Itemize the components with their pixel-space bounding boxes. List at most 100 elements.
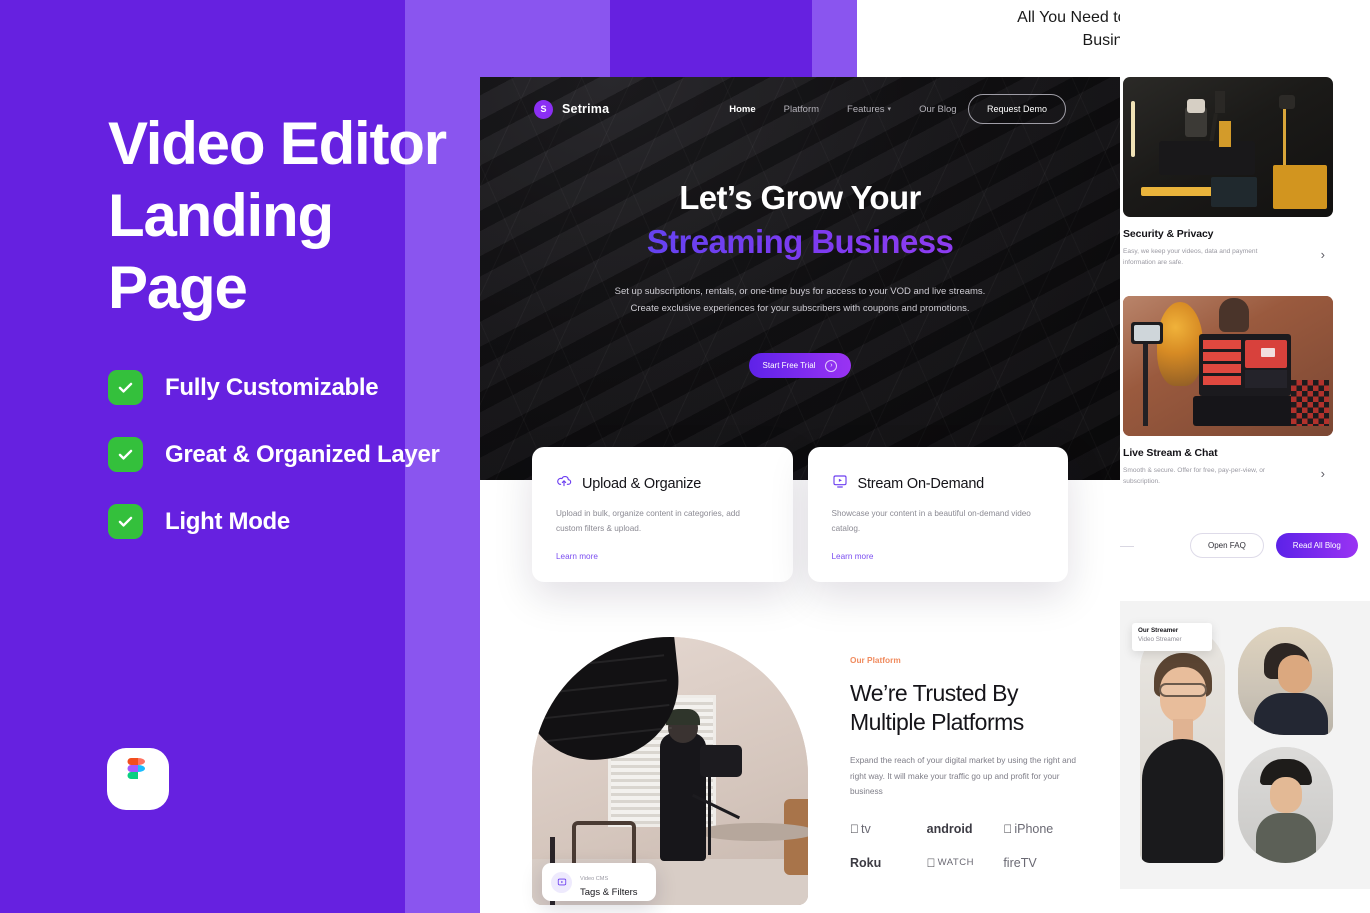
chevron-right-icon[interactable]: ›: [1321, 247, 1325, 262]
video-cms-chip-text: Video CMS Tags & Filters: [580, 867, 638, 898]
open-faq-button[interactable]: Open FAQ: [1190, 533, 1264, 558]
our-streamer-chip: Our Streamer Video Streamer: [1132, 623, 1212, 651]
check-icon: [108, 504, 143, 539]
studio-camera-photo: [1123, 77, 1333, 217]
divider: [1120, 546, 1134, 547]
start-free-trial-label: Start Free Trial: [762, 361, 816, 370]
landing-page-mockup: S Setrima Home Platform Features ▾ Our B…: [480, 77, 1120, 913]
poster-feature-list: Fully Customizable Great & Organized Lay…: [108, 370, 508, 571]
platform-logo-label: WATCH: [928, 857, 974, 868]
nav-link-home[interactable]: Home: [729, 104, 755, 115]
video-cms-chip[interactable]: Video CMS Tags & Filters: [542, 863, 656, 901]
platform-logo-android: android: [927, 822, 1004, 836]
avatar-secondary: [1238, 627, 1333, 735]
platform-logo-appletv:  tv: [850, 822, 927, 836]
read-all-blog-button[interactable]: Read All Blog: [1275, 533, 1358, 558]
hero-subtext: Set up subscriptions, rentals, or one-ti…: [480, 284, 1120, 317]
trusted-paragraph: Expand the reach of your digital market …: [850, 755, 1076, 796]
feature-label: Fully Customizable: [165, 373, 379, 401]
avatar-tertiary: [1238, 747, 1333, 863]
video-cms-chip-subtitle: Video CMS: [580, 875, 609, 882]
sidebar-item-live-stream-chat[interactable]: Live Stream & Chat Smooth & secure. Offe…: [1123, 296, 1367, 487]
video-play-icon: [551, 871, 572, 893]
our-streamer-chip-subtitle: Video Streamer: [1138, 636, 1182, 643]
live-stream-setup-photo: [1123, 296, 1333, 436]
feature-card-text: Upload in bulk, organize content in cate…: [556, 509, 740, 533]
sidebar-panel: Security & Privacy Easy, we keep your vi…: [1120, 0, 1370, 913]
apple-icon: : [927, 856, 936, 870]
sidebar-item-security-privacy[interactable]: Security & Privacy Easy, we keep your vi…: [1123, 77, 1367, 268]
start-free-trial-button[interactable]: Start Free Trial ›: [749, 353, 851, 378]
brand-mark-icon: S: [534, 99, 553, 119]
nav-link-features-label: Features: [847, 103, 885, 115]
sidebar-item-title: Live Stream & Chat: [1123, 447, 1218, 459]
screenshot-root: Video Editor Landing Page Fully Customiz…: [0, 0, 1370, 913]
apple-icon: : [1003, 822, 1012, 836]
our-streamer-chip-title: Our Streamer: [1138, 627, 1179, 634]
trusted-heading-line2: Multiple Platforms: [850, 709, 1024, 735]
feature-label: Light Mode: [165, 507, 290, 535]
figma-logo-icon: [107, 748, 169, 810]
trusted-copy: Our Platform We’re Trusted By Multiple P…: [850, 637, 1080, 913]
cloud-upload-icon: [556, 473, 572, 494]
nav-link-our-blog[interactable]: Our Blog: [919, 104, 957, 115]
hero-subtext-line1: Set up subscriptions, rentals, or one-ti…: [614, 286, 986, 297]
feature-card-title: Upload & Organize: [582, 475, 702, 492]
platform-logos:  tv android  iPhone Roku : [850, 822, 1080, 870]
poster-panel: Video Editor Landing Page Fully Customiz…: [0, 0, 480, 913]
check-icon: [108, 437, 143, 472]
sidebar-item-text: Easy, we keep your videos, data and paym…: [1123, 248, 1258, 266]
feature-card-stream-on-demand[interactable]: Stream On-Demand Showcase your content i…: [807, 447, 1068, 582]
platform-logo-applewatch:  WATCH: [927, 856, 1004, 870]
hero-section: S Setrima Home Platform Features ▾ Our B…: [480, 77, 1120, 480]
feature-card-learn-more-link[interactable]: Learn more: [556, 552, 598, 561]
navbar: S Setrima Home Platform Features ▾ Our B…: [480, 77, 1120, 141]
feature-card-learn-more-link[interactable]: Learn more: [832, 552, 874, 561]
hero-body: Let’s Grow Your Streaming Business Set u…: [480, 177, 1120, 378]
trusted-heading: We’re Trusted By Multiple Platforms: [850, 679, 1080, 737]
trusted-eyebrow: Our Platform: [850, 655, 901, 665]
sidebar-item-title: Security & Privacy: [1123, 228, 1214, 240]
feature-item: Fully Customizable: [108, 370, 508, 405]
platform-logo-label: tv: [852, 821, 871, 836]
feature-card-head: Upload & Organize: [556, 473, 769, 494]
avatars-panel: Our Streamer Video Streamer: [1120, 601, 1370, 889]
check-icon: [108, 370, 143, 405]
request-demo-button[interactable]: Request Demo: [967, 94, 1066, 124]
poster-title-line1: Video Editor: [108, 110, 447, 177]
platform-logo-firetv: fireTV: [1003, 856, 1080, 870]
studio-photo-wrapper: Video CMS Tags & Filters: [532, 637, 822, 913]
video-play-icon: [832, 473, 848, 494]
arrow-right-circle-icon: ›: [825, 359, 838, 372]
feature-card-head: Stream On-Demand: [832, 473, 1045, 494]
feature-card-upload-organize[interactable]: Upload & Organize Upload in bulk, organi…: [532, 447, 793, 582]
trusted-section: Video CMS Tags & Filters Our Platform We…: [480, 637, 1120, 913]
platform-logo-label: fireTV: [1003, 855, 1037, 870]
chevron-right-icon[interactable]: ›: [1321, 466, 1325, 481]
avatar-main: [1140, 627, 1225, 863]
hero-headline-line2: Streaming Business: [480, 221, 1120, 262]
feature-label: Great & Organized Layer: [165, 440, 440, 468]
nav-link-features[interactable]: Features ▾: [847, 104, 891, 115]
nav-links: Home Platform Features ▾ Our Blog: [729, 104, 956, 115]
platform-logo-label: iPhone: [1005, 821, 1053, 836]
platform-logo-iphone:  iPhone: [1003, 822, 1080, 836]
chevron-down-icon: ▾: [887, 105, 892, 113]
feature-cards: Upload & Organize Upload in bulk, organi…: [480, 447, 1120, 582]
poster-title-line2: Landing Page: [108, 182, 334, 321]
sidebar-item-text: Smooth & secure. Offer for free, pay-per…: [1123, 467, 1266, 485]
sidebar-buttons: Open FAQ Read All Blog: [1190, 533, 1358, 558]
feature-card-text: Showcase your content in a beautiful on-…: [831, 509, 1031, 533]
brand-name: Setrima: [562, 102, 610, 116]
video-cms-chip-title: Tags & Filters: [580, 886, 638, 898]
feature-item: Great & Organized Layer: [108, 437, 508, 472]
platform-logo-label: Roku: [850, 855, 882, 870]
nav-link-platform[interactable]: Platform: [784, 104, 819, 115]
platform-logo-label: android: [926, 821, 973, 836]
hero-headline-line1: Let’s Grow Your: [679, 179, 921, 216]
brand[interactable]: S Setrima: [534, 99, 610, 119]
feature-card-title: Stream On-Demand: [857, 475, 985, 492]
poster-title: Video Editor Landing Page: [108, 108, 478, 324]
feature-item: Light Mode: [108, 504, 508, 539]
hero-subtext-line2: Create exclusive experiences for your su…: [630, 302, 970, 314]
